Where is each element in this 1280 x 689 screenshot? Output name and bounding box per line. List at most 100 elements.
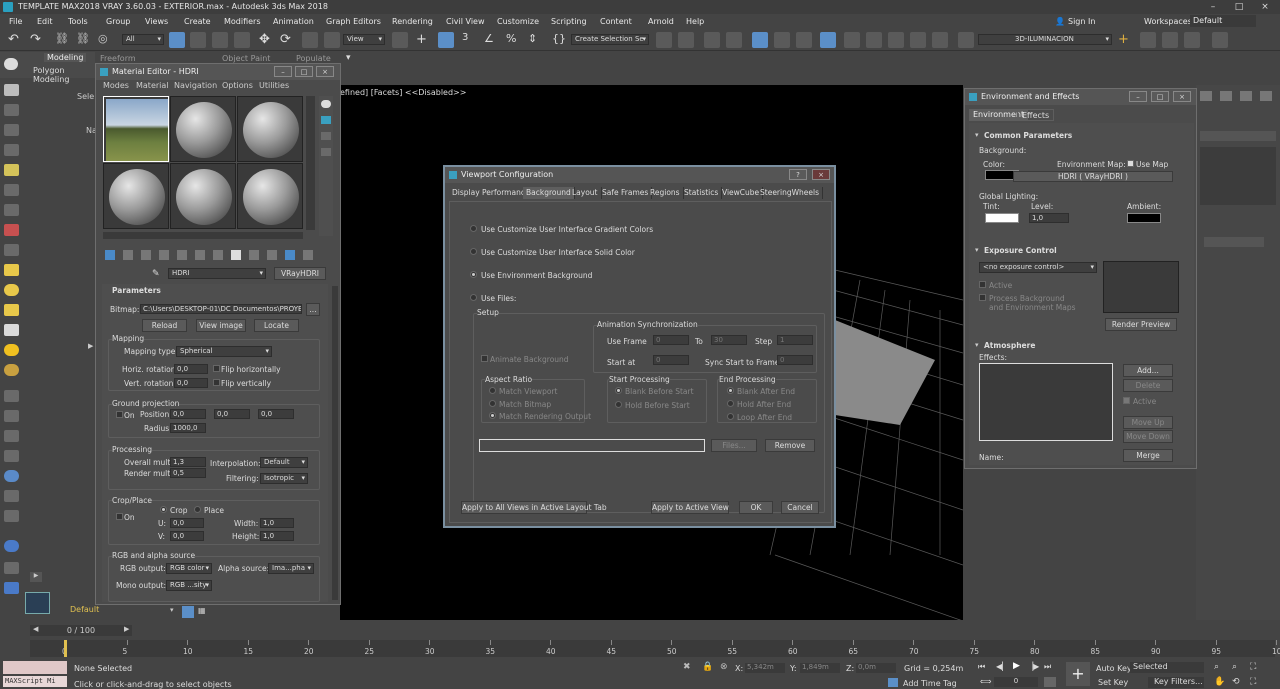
add-effect-button[interactable]: Add...: [1123, 364, 1173, 377]
curve-editor-icon[interactable]: [774, 32, 790, 48]
me-menu-options[interactable]: Options: [222, 81, 253, 90]
vc-titlebar[interactable]: Viewport Configuration ? ×: [445, 167, 834, 183]
next-key-icon[interactable]: ▕▶: [1027, 662, 1039, 671]
frame-slider[interactable]: 0 / 100: [30, 625, 132, 636]
view-image-button[interactable]: View image: [196, 319, 246, 332]
radius-field[interactable]: 1000,0: [170, 423, 206, 433]
crop-radio[interactable]: [160, 506, 167, 513]
tab-modeling[interactable]: Modeling: [44, 53, 87, 62]
viewport-thumb[interactable]: [25, 592, 50, 614]
env-close-icon[interactable]: ×: [1173, 91, 1191, 102]
locate-button[interactable]: Locate: [254, 319, 299, 332]
ground-on-checkbox[interactable]: [116, 411, 123, 418]
hold-before-radio[interactable]: [615, 401, 622, 408]
sample-type-icon[interactable]: [321, 100, 331, 108]
to-field[interactable]: 30: [711, 335, 747, 345]
menu-scripting[interactable]: Scripting: [551, 14, 587, 29]
material-editor-icon[interactable]: [820, 32, 836, 48]
material-slot[interactable]: [170, 163, 236, 229]
exposure-collapse-icon[interactable]: ▾: [975, 246, 979, 254]
horiz-rotation-field[interactable]: 0,0: [174, 364, 208, 374]
sync-start-field[interactable]: 0: [777, 355, 813, 365]
x-field[interactable]: 5,342m: [745, 663, 785, 673]
move-icon[interactable]: ✥: [259, 32, 275, 48]
match-render-radio[interactable]: [489, 412, 496, 419]
z-field[interactable]: 0,0m: [856, 663, 896, 673]
zoom-icon[interactable]: ⌕: [1214, 662, 1219, 672]
select-object-icon[interactable]: [169, 32, 185, 48]
go-end-icon[interactable]: ⏭: [1044, 662, 1051, 672]
files-radio[interactable]: [470, 294, 477, 301]
scale-icon[interactable]: [302, 32, 318, 48]
teapot-icon[interactable]: [4, 410, 19, 422]
eyedropper-icon[interactable]: ✎: [152, 269, 160, 279]
start-at-field[interactable]: 0: [653, 355, 689, 365]
gradient-radio[interactable]: [470, 225, 477, 232]
atmosphere-collapse-icon[interactable]: ▾: [975, 341, 979, 349]
blank-after-radio[interactable]: [727, 387, 734, 394]
create-tool-icon[interactable]: [4, 84, 19, 96]
file-path-field[interactable]: [479, 439, 705, 452]
merge-button[interactable]: Merge: [1123, 449, 1173, 462]
material-slot[interactable]: [237, 96, 303, 162]
tab-populate[interactable]: Populate: [296, 54, 331, 63]
hierarchy-icon[interactable]: [4, 124, 19, 136]
layer-explorer-icon[interactable]: [704, 32, 720, 48]
env-map-button[interactable]: HDRI ( VRayHDRI ): [1013, 171, 1173, 182]
menu-edit[interactable]: Edit: [37, 14, 53, 29]
material-slot[interactable]: [237, 163, 303, 229]
prev-key-icon[interactable]: ◀▏: [996, 662, 1008, 671]
panel-modify-icon[interactable]: [1220, 91, 1232, 101]
minimize-icon[interactable]: –: [1200, 0, 1226, 14]
zoom-extents-icon[interactable]: ⛶: [1250, 662, 1256, 672]
me-menu-navigation[interactable]: Navigation: [174, 81, 217, 90]
height-field[interactable]: 1,0: [260, 531, 294, 541]
play-small-icon[interactable]: ▶: [30, 572, 42, 582]
absolute-mode-icon[interactable]: ⊗: [720, 662, 728, 672]
menu-arnold[interactable]: Arnold: [648, 14, 674, 29]
menu-views[interactable]: Views: [145, 14, 168, 29]
material-slot[interactable]: [103, 163, 169, 229]
animate-bg-checkbox[interactable]: [481, 355, 488, 362]
layer-list-icon[interactable]: [1162, 32, 1178, 48]
key-mode-icon[interactable]: ⟺: [980, 677, 991, 686]
material-editor-titlebar[interactable]: Material Editor - HDRI – □ ×: [96, 64, 340, 80]
vert-rotation-field[interactable]: 0,0: [174, 378, 208, 388]
parameters-heading[interactable]: Parameters: [112, 286, 161, 295]
side-arrow-icon[interactable]: ▶: [88, 342, 93, 350]
width-field[interactable]: 1,0: [260, 518, 294, 528]
go-start-icon[interactable]: ⏮: [978, 662, 985, 672]
position-z-field[interactable]: 0,0: [258, 409, 294, 419]
u-field[interactable]: 0,0: [170, 518, 204, 528]
viewport-label[interactable]: efined] [Facets] <<Disabled>>: [340, 88, 466, 97]
time-config-icon[interactable]: [1044, 677, 1056, 687]
render-cloud-icon[interactable]: [932, 32, 948, 48]
menu-content[interactable]: Content: [600, 14, 632, 29]
layer-quick-icon-2[interactable]: ▦: [198, 606, 206, 615]
current-frame-field[interactable]: 0: [994, 677, 1038, 687]
menu-help[interactable]: Help: [686, 14, 704, 29]
me-menu-material[interactable]: Material: [136, 81, 169, 90]
slots-hscrollbar[interactable]: [103, 232, 303, 239]
maxscript-listener[interactable]: MAXScript Mi: [3, 676, 67, 687]
move-down-button[interactable]: Move Down: [1123, 430, 1173, 443]
key-filters-button[interactable]: Key Filters...: [1148, 677, 1204, 688]
flip-h-checkbox[interactable]: [213, 365, 220, 372]
vc-help-icon[interactable]: ?: [789, 169, 807, 180]
undo-icon[interactable]: ↶: [8, 32, 24, 48]
next-frame-icon[interactable]: ▶: [124, 625, 129, 633]
reload-button[interactable]: Reload: [142, 319, 187, 332]
mirror-icon[interactable]: [656, 32, 672, 48]
grass-icon[interactable]: [4, 390, 19, 402]
help-icon[interactable]: [1212, 32, 1228, 48]
match-bitmap-radio[interactable]: [489, 400, 496, 407]
spinner-snap-icon[interactable]: ⇕: [528, 32, 544, 48]
reference-coord-dropdown[interactable]: View: [343, 34, 385, 45]
me-close-icon[interactable]: ×: [316, 66, 334, 77]
isolate-icon[interactable]: ✖: [683, 662, 691, 672]
sphere-blue-icon[interactable]: [4, 540, 19, 552]
use-map-checkbox[interactable]: [1127, 160, 1134, 167]
crop-on-checkbox[interactable]: [116, 513, 123, 520]
hf-icon[interactable]: [4, 510, 19, 522]
files-button[interactable]: Files...: [711, 439, 757, 452]
